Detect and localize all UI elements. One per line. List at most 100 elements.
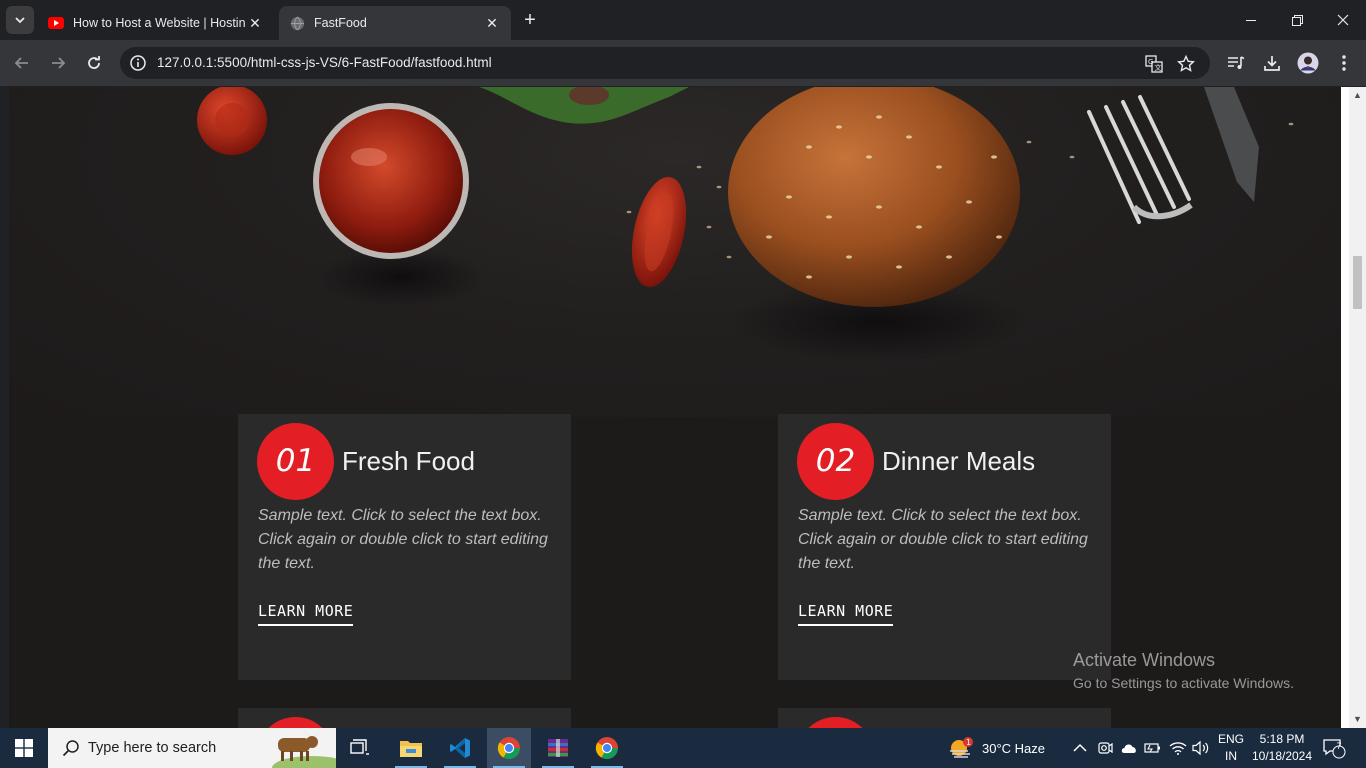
onedrive-button[interactable] [1120,728,1138,768]
scroll-thumb[interactable] [1353,256,1362,309]
card-title: Dinner Meals [882,446,1036,476]
vertical-scrollbar[interactable]: ▲ ▼ [1349,87,1366,728]
forward-button[interactable] [43,48,73,78]
wifi-icon [1169,742,1187,755]
system-clock[interactable]: 5:18 PM 10/18/2024 [1251,731,1313,765]
region-code: IN [1225,749,1237,763]
cloud-icon [1121,744,1136,753]
feature-card: 02 Dinner Meals Sample text. Click to se… [778,414,1111,680]
weather-haze-icon: 1 [950,737,973,758]
feature-card-partial [778,708,1111,728]
file-explorer-button[interactable] [389,728,433,768]
chevron-down-icon [15,17,25,24]
scroll-down-arrow-icon[interactable]: ▼ [1349,711,1366,728]
battery-charging-icon [1144,743,1160,753]
chrome-icon [497,737,520,760]
chevron-up-icon [1073,743,1087,752]
back-button[interactable] [7,48,37,78]
reload-button[interactable] [79,48,109,78]
task-view-icon [350,739,369,755]
translate-icon[interactable]: G文 [1143,53,1165,75]
close-window-button[interactable] [1320,0,1366,40]
volume-button[interactable] [1192,728,1210,768]
weather-widget[interactable]: 1 30°C Haze [948,728,1045,768]
camera-icon [1098,742,1113,754]
learn-more-link[interactable]: LEARN MORE [258,602,354,626]
archive-icon [548,739,568,757]
page-viewport: 01 Fresh Food Sample text. Click to sele… [9,87,1341,728]
scroll-up-arrow-icon[interactable]: ▲ [1349,87,1366,104]
start-button[interactable] [0,728,48,768]
speaker-icon [1192,740,1209,756]
arrow-right-icon [52,57,66,69]
youtube-icon [48,15,64,31]
address-bar[interactable]: 127.0.0.1:5500/html-css-js-VS/6-FastFood… [120,47,1210,79]
vscode-icon [450,738,470,758]
new-tab-button[interactable]: + [518,9,542,33]
watermark-subtitle: Go to Settings to activate Windows. [1073,675,1294,691]
reload-icon [88,56,100,69]
feature-card-partial [238,708,571,728]
card-number-badge: 02 [797,423,874,500]
card-number-badge [797,717,874,728]
restore-button[interactable] [1274,0,1320,40]
bookmark-star-icon[interactable] [1175,53,1197,75]
tab-search-button[interactable] [6,6,34,34]
search-icon [62,740,79,757]
battery-button[interactable] [1144,728,1162,768]
card-text[interactable]: Sample text. Click to select the text bo… [798,504,1098,576]
notification-count: 7 [1336,741,1342,751]
tab-fastfood[interactable]: FastFood ✕ [279,6,511,40]
downloads-button[interactable] [1259,51,1285,75]
more-vert-icon [1342,55,1346,71]
language-code: ENG [1217,732,1244,746]
card-text[interactable]: Sample text. Click to select the text bo… [258,504,558,576]
windows-logo-icon [15,739,33,757]
media-control-button[interactable] [1223,51,1249,75]
chrome-menu-button[interactable] [1331,51,1357,75]
globe-icon [289,15,305,31]
page-margin [1341,87,1349,728]
profile-avatar[interactable] [1295,51,1321,75]
watermark-title: Activate Windows [1073,650,1216,670]
chrome-icon [595,737,618,760]
meet-now-button[interactable] [1097,728,1113,768]
card-number-badge [257,717,334,728]
wifi-button[interactable] [1169,728,1187,768]
search-placeholder: Type here to search [88,740,217,756]
input-language-indicator[interactable]: ENG IN [1216,731,1246,765]
svg-text:1: 1 [966,738,971,747]
vscode-button[interactable] [438,728,482,768]
card-title: Fresh Food [342,446,475,476]
activate-windows-watermark: Activate Windows Go to Settings to activ… [1073,650,1294,691]
winrar-button[interactable] [536,728,580,768]
tab-youtube[interactable]: How to Host a Website | Hosting ✕ [38,6,274,40]
weather-text: 30°C Haze [982,740,1046,756]
queue-music-icon [1228,56,1245,69]
tab-strip: How to Host a Website | Hosting ✕ FastFo… [0,0,1366,40]
task-view-button[interactable] [338,728,382,768]
svg-text:文: 文 [1155,63,1162,72]
show-hidden-icons-button[interactable] [1073,728,1087,768]
learn-more-link[interactable]: LEARN MORE [798,602,894,626]
taskbar-search-box[interactable]: Type here to search [48,728,336,768]
close-icon [1337,14,1349,26]
close-tab-icon[interactable]: ✕ [483,15,501,32]
notification-center-button[interactable]: 7 [1322,728,1346,768]
search-highlight-cow-icon [272,730,336,768]
hero-image [9,87,1341,417]
avatar-icon [1297,52,1319,74]
windows-taskbar: Type here to search 1 30°C Haze ENG IN 5… [0,728,1366,768]
notification-icon [1323,739,1346,759]
minimize-icon [1245,19,1256,21]
chrome-button[interactable] [487,728,531,768]
clock-date: 10/18/2024 [1251,749,1313,763]
folder-icon [400,741,422,757]
tab-title: FastFood [314,16,367,30]
site-info-icon[interactable] [129,54,147,72]
minimize-button[interactable] [1228,0,1274,40]
close-tab-icon[interactable]: ✕ [246,15,264,32]
url-text: 127.0.0.1:5500/html-css-js-VS/6-FastFood… [157,55,492,70]
svg-text:G: G [1148,58,1153,66]
chrome-button-2[interactable] [585,728,629,768]
